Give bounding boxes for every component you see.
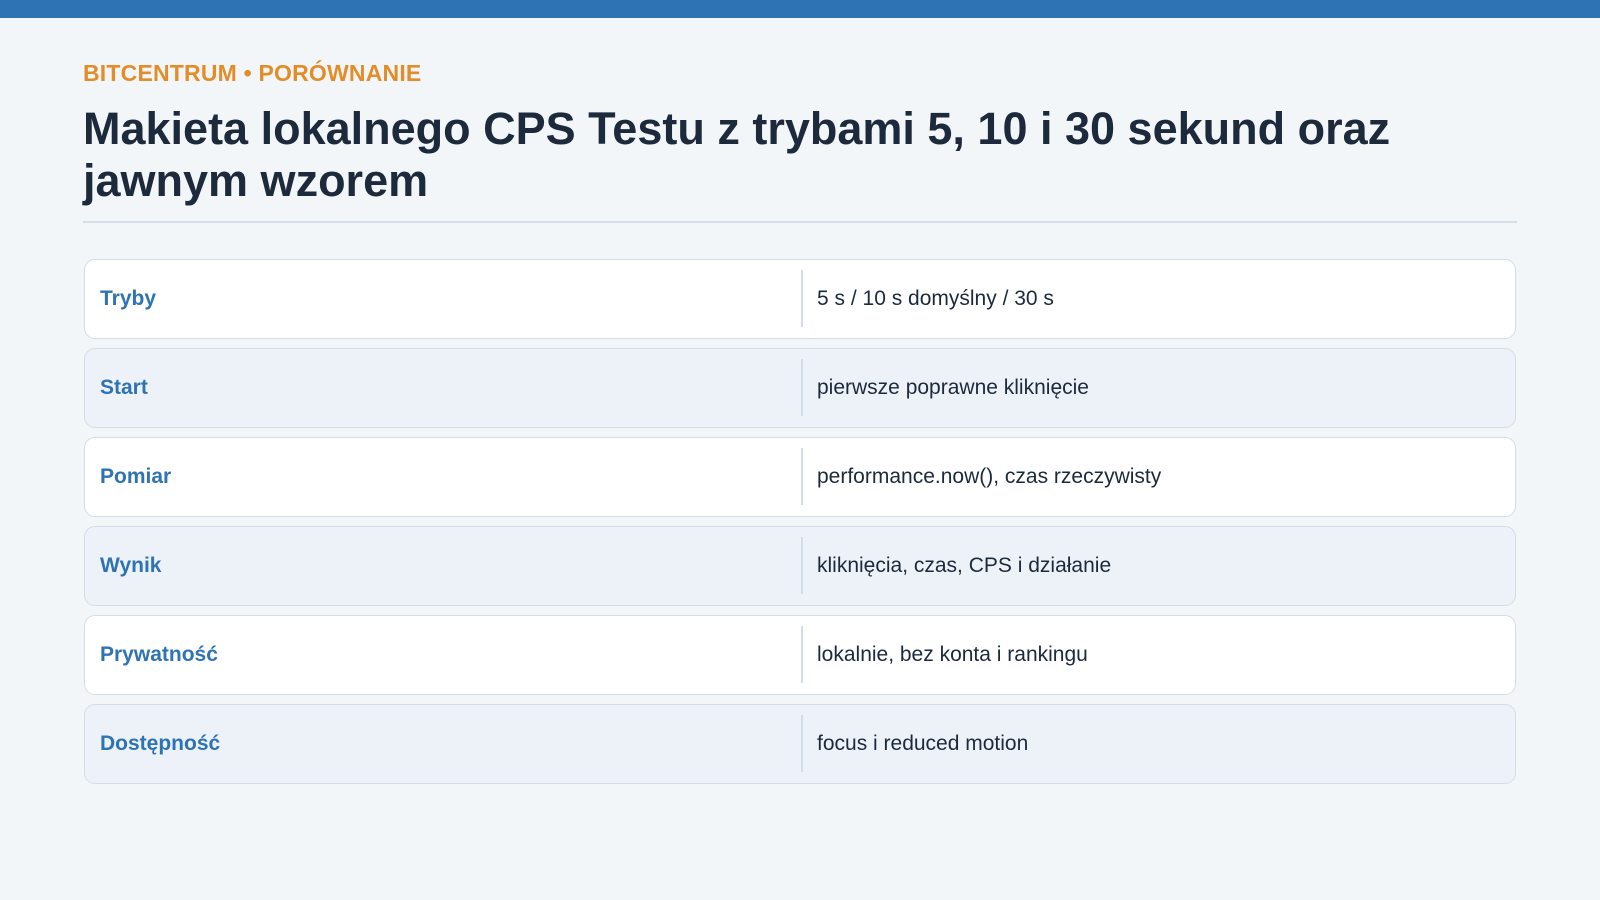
row-value-wynik: kliknięcia, czas, CPS i działanie [817,554,1112,577]
table-row: Start pierwsze poprawne kliknięcie [84,348,1516,428]
top-accent-bar [0,0,1600,18]
table-row: Pomiar performance.now(), czas rzeczywis… [84,437,1516,517]
row-value-pomiar: performance.now(), czas rzeczywisty [817,465,1162,488]
row-label-dostepnosc: Dostępność [100,732,221,755]
column-divider [801,359,803,416]
row-value-start: pierwsze poprawne kliknięcie [817,376,1089,399]
table-row: Prywatność lokalnie, bez konta i ranking… [84,615,1516,695]
table-row: Tryby 5 s / 10 s domyślny / 30 s [84,259,1516,339]
row-label-start: Start [100,376,148,399]
row-label-pomiar: Pomiar [100,465,172,488]
column-divider [801,715,803,772]
row-label-prywatnosc: Prywatność [100,643,218,666]
column-divider [801,448,803,505]
row-value-prywatnosc: lokalnie, bez konta i rankingu [817,643,1088,666]
title-divider [83,221,1517,223]
page-title: Makieta lokalnego CPS Testu z trybami 5,… [83,103,1391,206]
row-label-wynik: Wynik [100,554,162,577]
row-value-tryby: 5 s / 10 s domyślny / 30 s [817,287,1054,310]
comparison-table: Tryby 5 s / 10 s domyślny / 30 s Start p… [84,259,1516,793]
column-divider [801,626,803,683]
table-row: Wynik kliknięcia, czas, CPS i działanie [84,526,1516,606]
column-divider [801,537,803,594]
row-label-tryby: Tryby [100,287,157,310]
section-eyebrow: BITCENTRUM • PORÓWNANIE [83,60,422,86]
column-divider [801,270,803,327]
row-value-dostepnosc: focus i reduced motion [817,732,1029,755]
table-row: Dostępność focus i reduced motion [84,704,1516,784]
